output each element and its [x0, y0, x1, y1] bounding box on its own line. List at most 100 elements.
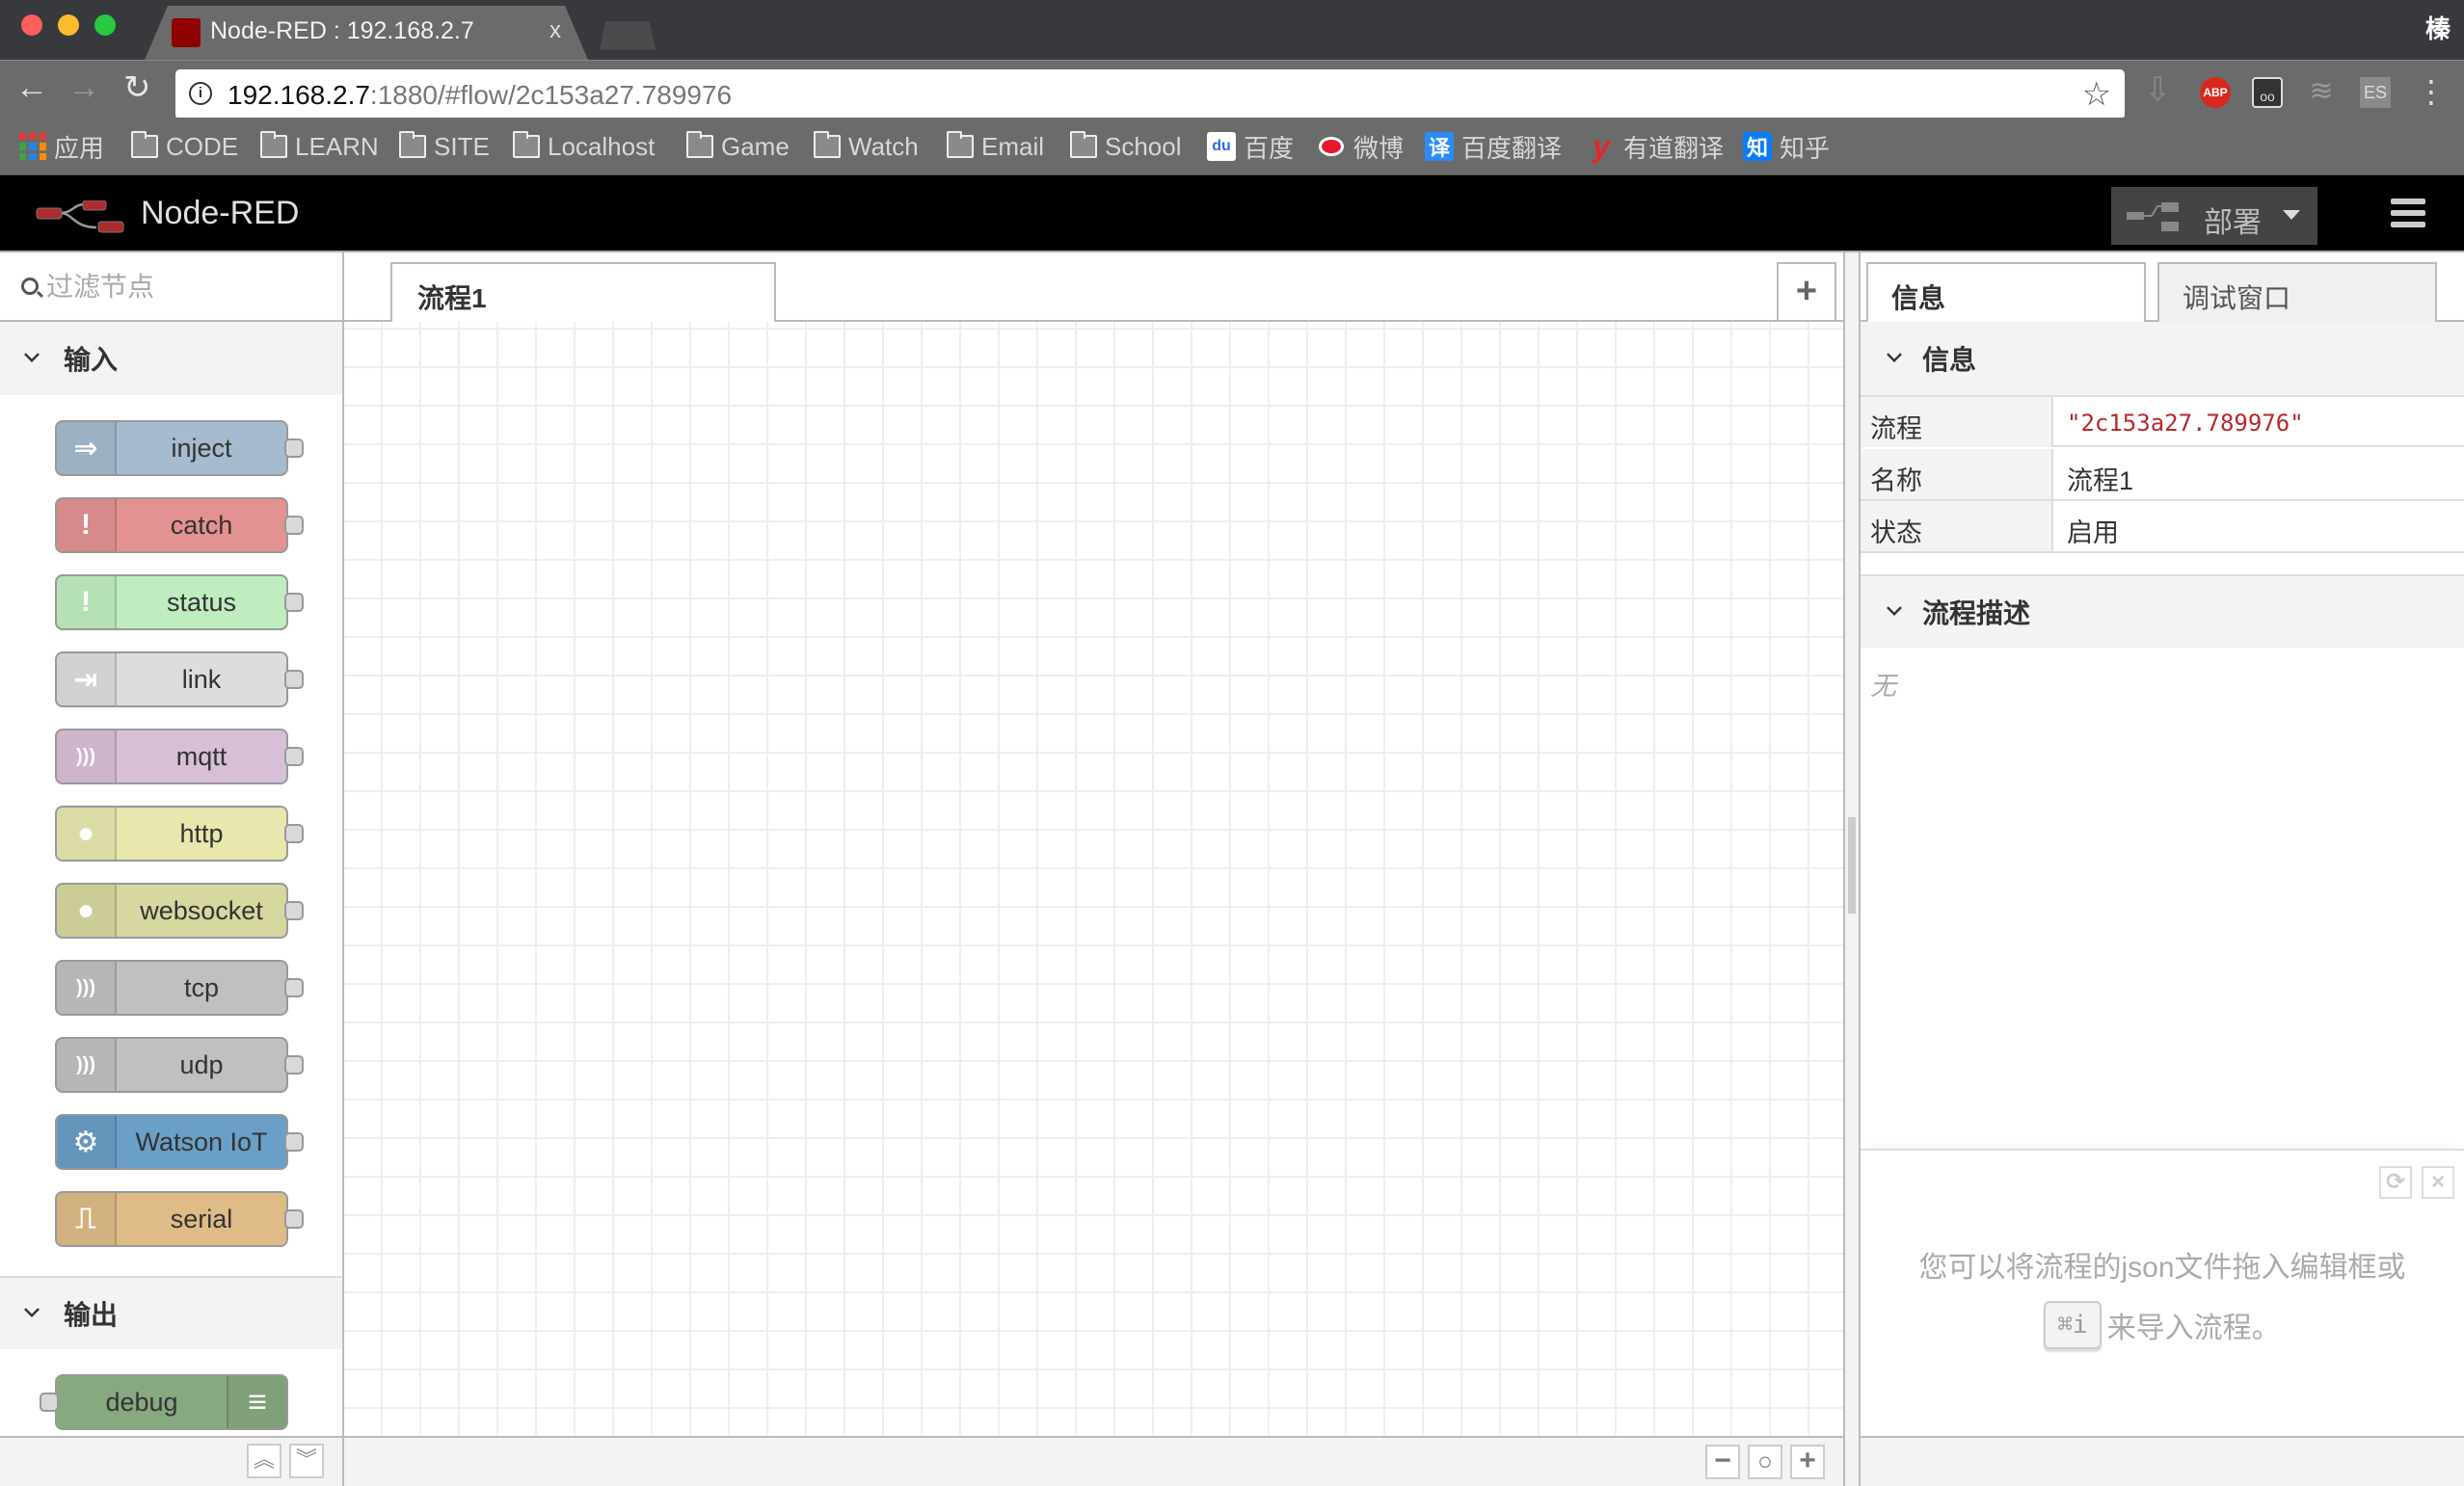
- right-sidebar: 信息 调试窗口 信息 流程 "2c153a27.789976" 名称 流程1 状…: [1861, 252, 2464, 1486]
- flow-canvas[interactable]: [344, 322, 1843, 1435]
- link-in-icon: ⇥: [57, 653, 117, 705]
- bookmark-label: 百度翻译: [1461, 133, 1563, 163]
- bookmark-star-icon[interactable]: ☆: [2082, 75, 2111, 114]
- database-extension-icon[interactable]: ≋: [2306, 77, 2337, 108]
- alert-icon: !: [57, 499, 117, 551]
- chevron-down-icon: [1887, 600, 1902, 616]
- glasses-extension-icon[interactable]: oo: [2252, 77, 2283, 108]
- palette-node-udp[interactable]: ))) udp: [55, 1037, 304, 1093]
- description-section-header[interactable]: 流程描述: [1861, 574, 2464, 648]
- palette-node-tcp[interactable]: ))) tcp: [55, 960, 304, 1016]
- download-icon[interactable]: ⇩: [2144, 70, 2175, 108]
- address-bar[interactable]: i 192.168.2.7:1880/#flow/2c153a27.789976…: [175, 69, 2125, 119]
- info-icon[interactable]: i: [189, 82, 212, 105]
- baidu-translate-icon: 译: [1425, 132, 1454, 161]
- folder-icon: [947, 131, 974, 158]
- bookmark-folder-email[interactable]: Email: [947, 131, 1044, 162]
- main-menu-hamburger-icon[interactable]: [2391, 199, 2425, 231]
- bookmark-folder-localhost[interactable]: Localhost: [513, 131, 655, 162]
- zoom-in-button[interactable]: +: [1790, 1445, 1825, 1479]
- bookmark-apps[interactable]: 应用: [19, 131, 104, 163]
- node-red-favicon-icon: [172, 18, 201, 47]
- palette-filter-input[interactable]: [46, 268, 326, 306]
- node-output-port: [284, 1132, 304, 1152]
- bookmark-label: 有道翻译: [1623, 133, 1725, 163]
- collapse-all-categories-button[interactable]: ︽: [247, 1444, 281, 1478]
- node-output-port: [284, 1055, 304, 1075]
- bookmark-youdao[interactable]: y 有道翻译: [1587, 128, 1725, 164]
- palette-category-output[interactable]: 输出: [0, 1276, 342, 1349]
- deploy-button[interactable]: 部署: [2111, 187, 2317, 245]
- bookmark-label: 百度: [1244, 133, 1295, 163]
- es-extension-icon[interactable]: ES: [2360, 77, 2391, 108]
- add-flow-button[interactable]: +: [1777, 262, 1836, 320]
- palette-node-debug[interactable]: debug ≡: [40, 1374, 288, 1430]
- close-tab-icon[interactable]: x: [549, 17, 561, 44]
- palette-node-link[interactable]: ⇥ link: [55, 651, 304, 707]
- adblock-plus-icon[interactable]: ABP: [2200, 77, 2231, 108]
- bookmark-folder-school[interactable]: School: [1070, 131, 1182, 162]
- bookmark-folder-game[interactable]: Game: [686, 131, 790, 162]
- info-value: 流程1: [2067, 466, 2134, 495]
- palette-category-input[interactable]: 输入: [0, 322, 342, 395]
- reload-icon[interactable]: ↻: [123, 70, 151, 105]
- node-label: udp: [179, 1050, 224, 1079]
- node-palette: 输入 ⇒ inject! catch! status ⇥ link))) mqtt ● http…: [0, 252, 344, 1486]
- close-icon[interactable]: ×: [2422, 1166, 2454, 1199]
- tab-debug[interactable]: 调试窗口: [2157, 262, 2437, 324]
- bookmark-folder-watch[interactable]: Watch: [814, 131, 919, 162]
- serial-icon: ⎍: [57, 1193, 117, 1245]
- sidebar-separator[interactable]: [1843, 252, 1861, 1486]
- zhihu-icon: 知: [1743, 132, 1772, 161]
- node-output-port: [284, 901, 304, 920]
- palette-node-mqtt[interactable]: ))) mqtt: [55, 729, 304, 784]
- zoom-out-button[interactable]: −: [1705, 1445, 1740, 1479]
- bookmark-folder-site[interactable]: SITE: [399, 131, 490, 162]
- info-value: "2c153a27.789976": [2067, 410, 2304, 437]
- minimize-window-button[interactable]: [58, 14, 79, 36]
- refresh-icon[interactable]: ⟳: [2379, 1166, 2412, 1199]
- deploy-dropdown-caret-icon[interactable]: [2283, 210, 2300, 220]
- palette-node-watson-iot[interactable]: ⚙ Watson IoT: [55, 1114, 304, 1170]
- back-arrow-icon[interactable]: ←: [15, 70, 48, 105]
- new-tab-button[interactable]: [600, 21, 656, 50]
- apps-grid-icon: [19, 133, 46, 160]
- maximize-window-button[interactable]: [94, 14, 116, 36]
- palette-node-status[interactable]: ! status: [55, 574, 304, 630]
- chevron-down-icon: [24, 347, 40, 362]
- node-output-port: [284, 978, 304, 997]
- bookmark-folder-learn[interactable]: LEARN: [260, 131, 379, 162]
- info-section-header[interactable]: 信息: [1861, 322, 2464, 395]
- node-input-port: [40, 1393, 59, 1412]
- palette-node-http[interactable]: ● http: [55, 806, 304, 862]
- bookmark-zhihu[interactable]: 知知乎: [1743, 131, 1830, 163]
- bookmark-weibo[interactable]: 微博: [1317, 131, 1404, 163]
- drag-handle[interactable]: [1848, 817, 1856, 914]
- tab-label: 调试窗口: [2183, 283, 2291, 313]
- palette-node-serial[interactable]: ⎍ serial: [55, 1191, 304, 1247]
- browser-tab-active[interactable]: Node-RED : 192.168.2.7 x: [145, 6, 588, 60]
- expand-all-categories-button[interactable]: ︾: [289, 1444, 324, 1478]
- node-label: inject: [171, 434, 232, 463]
- youdao-icon: y: [1593, 128, 1610, 164]
- zoom-reset-button[interactable]: ○: [1748, 1445, 1782, 1479]
- close-window-button[interactable]: [21, 14, 42, 36]
- palette-node-inject[interactable]: ⇒ inject: [55, 420, 304, 476]
- bookmark-baidu[interactable]: du 百度: [1207, 131, 1295, 163]
- browser-toolbar: ← → ↻ i 192.168.2.7:1880/#flow/2c153a27.…: [0, 60, 2464, 119]
- url-text[interactable]: 192.168.2.7:1880/#flow/2c153a27.789976: [228, 80, 732, 111]
- profile-button[interactable]: 榛: [2425, 10, 2451, 45]
- node-label: websocket: [140, 896, 263, 925]
- bookmark-baidu-translate[interactable]: 译百度翻译: [1425, 131, 1563, 163]
- palette-node-catch[interactable]: ! catch: [55, 497, 304, 553]
- bookmark-folder-code[interactable]: CODE: [131, 131, 238, 162]
- palette-node-websocket[interactable]: ● websocket: [55, 883, 304, 939]
- tab-flow-1[interactable]: 流程1: [390, 262, 776, 324]
- tab-info[interactable]: 信息: [1866, 262, 2146, 326]
- node-label: status: [166, 588, 237, 617]
- forward-arrow-icon[interactable]: →: [67, 70, 100, 105]
- bridge-icon: ))): [57, 730, 117, 783]
- help-text-line2: ⌘i 来导入流程。: [1861, 1301, 2464, 1349]
- more-menu-icon[interactable]: ⋮: [2416, 76, 2447, 108]
- bookmark-label: Email: [981, 131, 1045, 161]
